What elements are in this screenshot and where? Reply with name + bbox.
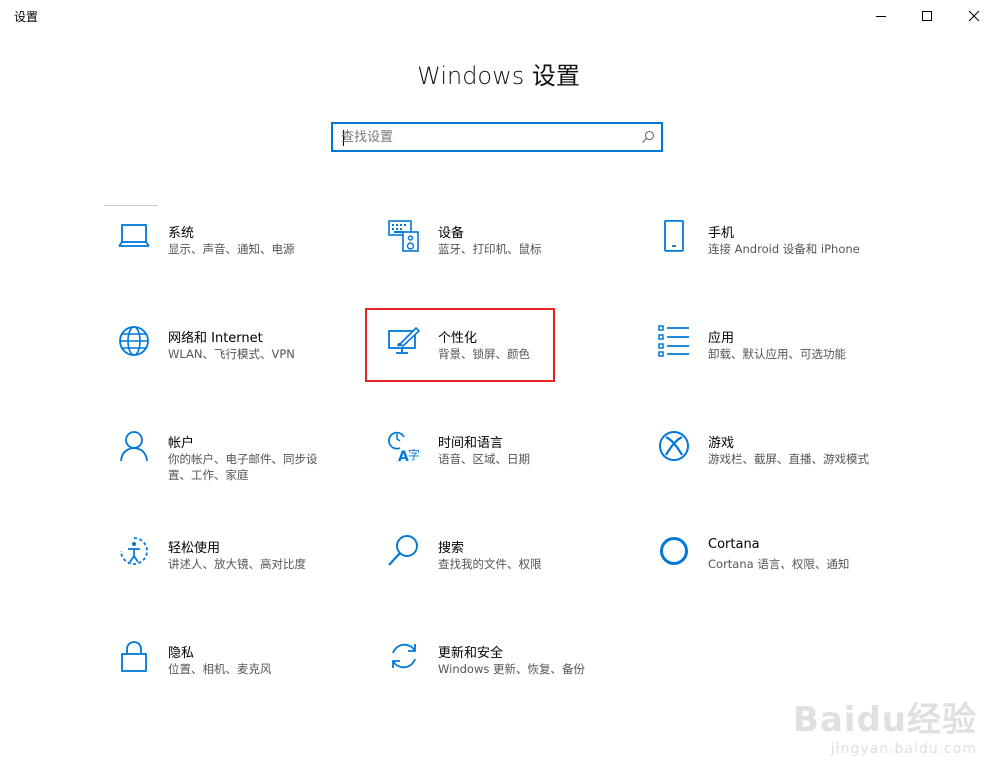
tile-description: 你的帐户、电子邮件、同步设置、工作、家庭 xyxy=(168,452,318,482)
minimize-button[interactable] xyxy=(858,0,904,32)
svg-text:字: 字 xyxy=(408,447,420,462)
tile-title: 网络和 Internet xyxy=(168,331,263,346)
tile-description: 语音、区域、日期 xyxy=(438,452,530,466)
tile-description: 游戏栏、截屏、直播、游戏模式 xyxy=(708,452,869,466)
person-icon xyxy=(120,431,148,462)
tile-title: 系统 xyxy=(168,226,195,241)
tile-description: 卸载、默认应用、可选功能 xyxy=(708,347,846,361)
watermark-logo: Baidu经验 xyxy=(792,700,977,740)
tile-title: 轻松使用 xyxy=(168,541,221,556)
search-box[interactable] xyxy=(331,122,663,152)
tile-search[interactable]: 搜索 查找我的文件、权限 xyxy=(388,535,638,605)
tile-description: 查找我的文件、权限 xyxy=(438,557,542,571)
lock-icon xyxy=(121,641,147,672)
cortana-icon xyxy=(660,537,688,565)
tile-title: 应用 xyxy=(708,331,735,346)
devices-icon xyxy=(388,220,419,252)
tile-gaming[interactable]: 游戏 游戏栏、截屏、直播、游戏模式 xyxy=(658,430,908,500)
globe-icon xyxy=(119,326,149,356)
tile-time-language[interactable]: A 字 时间和语言 语音、区域、日期 xyxy=(388,430,638,500)
tile-title: 帐户 xyxy=(168,436,195,451)
tile-title: 设备 xyxy=(438,226,465,241)
update-icon xyxy=(392,643,416,669)
tile-phone[interactable]: 手机 连接 Android 设备和 iPhone xyxy=(658,220,908,290)
tile-system[interactable]: 系统 显示、声音、通知、电源 xyxy=(118,220,368,290)
tile-title: 手机 xyxy=(708,226,735,241)
watermark-url: jingyan.baidu.com xyxy=(830,741,977,757)
ease-of-access-icon xyxy=(120,537,148,565)
laptop-icon xyxy=(118,224,150,247)
xbox-icon xyxy=(659,431,689,461)
tile-description: Cortana 语言、权限、通知 xyxy=(708,557,850,571)
tile-update-security[interactable]: 更新和安全 Windows 更新、恢复、备份 xyxy=(388,640,638,710)
divider xyxy=(104,205,158,206)
search-input[interactable] xyxy=(341,128,631,146)
minimize-icon xyxy=(876,16,886,17)
tile-title: 搜索 xyxy=(438,541,465,556)
search-icon[interactable] xyxy=(641,130,655,144)
tile-description: 位置、相机、麦克风 xyxy=(168,662,272,676)
tile-description: WLAN、飞行模式、VPN xyxy=(168,347,295,361)
watermark: Baidu经验 jingyan.baidu.com xyxy=(793,692,977,757)
tile-title: Cortana xyxy=(708,537,760,552)
maximize-button[interactable] xyxy=(904,0,950,32)
phone-icon xyxy=(664,220,684,252)
tile-description: 蓝牙、打印机、鼠标 xyxy=(438,242,542,256)
tile-accounts[interactable]: 帐户 你的帐户、电子邮件、同步设置、工作、家庭 xyxy=(118,430,368,500)
tile-description: 显示、声音、通知、电源 xyxy=(168,242,295,256)
tile-title: 时间和语言 xyxy=(438,436,504,451)
tile-cortana[interactable]: Cortana Cortana 语言、权限、通知 xyxy=(658,535,908,605)
tile-network[interactable]: 网络和 Internet WLAN、飞行模式、VPN xyxy=(118,325,368,395)
tile-privacy[interactable]: 隐私 位置、相机、麦克风 xyxy=(118,640,368,710)
close-icon xyxy=(968,10,980,22)
tile-devices[interactable]: 设备 蓝牙、打印机、鼠标 xyxy=(388,220,638,290)
page-title: Windows 设置 xyxy=(417,62,580,90)
tile-description: Windows 更新、恢复、备份 xyxy=(438,662,585,676)
title-bar: 设置 xyxy=(0,0,997,32)
tile-apps[interactable]: 应用 卸载、默认应用、可选功能 xyxy=(658,325,908,395)
tile-description: 讲述人、放大镜、高对比度 xyxy=(168,557,306,571)
time-language-icon: A 字 xyxy=(388,431,420,462)
apps-list-icon xyxy=(658,325,689,357)
search-icon xyxy=(388,535,418,566)
tile-ease-of-access[interactable]: 轻松使用 讲述人、放大镜、高对比度 xyxy=(118,535,368,605)
tile-description: 连接 Android 设备和 iPhone xyxy=(708,242,860,256)
maximize-icon xyxy=(922,11,932,21)
highlight-box xyxy=(365,308,555,382)
tile-title: 游戏 xyxy=(708,436,735,451)
tile-title: 隐私 xyxy=(168,646,195,661)
tile-title: 更新和安全 xyxy=(438,646,504,661)
close-button[interactable] xyxy=(951,0,997,32)
window-title: 设置 xyxy=(14,10,39,24)
